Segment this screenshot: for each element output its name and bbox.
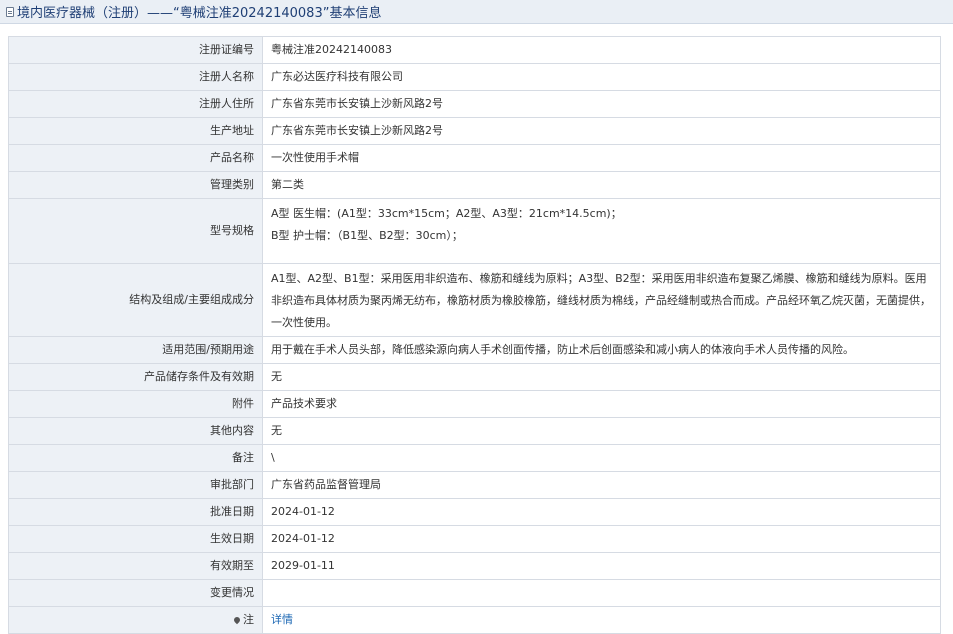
row-label-registration-number: 注册证编号: [8, 36, 263, 64]
row-label-approval-date: 批准日期: [8, 498, 263, 526]
table-row: 产品名称 一次性使用手术帽: [8, 144, 941, 172]
table-row: 注册证编号 粤械注准20242140083: [8, 36, 941, 64]
row-value-change-status: [262, 579, 941, 607]
row-value-structure-composition: A1型、A2型、B1型：采用医用非织造布、橡筋和缝线为原料；A3型、B2型：采用…: [262, 263, 941, 337]
table-row: 附件 产品技术要求: [8, 390, 941, 418]
row-value-remarks: \: [262, 444, 941, 472]
row-value-storage-validity: 无: [262, 363, 941, 391]
row-label-registrant-address: 注册人住所: [8, 90, 263, 118]
table-row: 注 详情: [8, 606, 941, 634]
row-label-production-address: 生产地址: [8, 117, 263, 145]
table-row: 其他内容 无: [8, 417, 941, 445]
row-value-approval-department: 广东省药品监督管理局: [262, 471, 941, 499]
row-label-valid-until: 有效期至: [8, 552, 263, 580]
row-value-valid-until: 2029-01-11: [262, 552, 941, 580]
page-title-bar: 境内医疗器械（注册）——“粤械注准20242140083”基本信息: [0, 0, 953, 24]
row-value-production-address: 广东省东莞市长安镇上沙新风路2号: [262, 117, 941, 145]
row-label-change-status: 变更情况: [8, 579, 263, 607]
row-label-effective-date: 生效日期: [8, 525, 263, 553]
row-value-registrant-address: 广东省东莞市长安镇上沙新风路2号: [262, 90, 941, 118]
table-row: 生效日期 2024-01-12: [8, 525, 941, 553]
row-value-other-content: 无: [262, 417, 941, 445]
table-row: 备注 \: [8, 444, 941, 472]
row-label-management-class: 管理类别: [8, 171, 263, 199]
table-row: 生产地址 广东省东莞市长安镇上沙新风路2号: [8, 117, 941, 145]
row-label-storage-validity: 产品储存条件及有效期: [8, 363, 263, 391]
row-value-effective-date: 2024-01-12: [262, 525, 941, 553]
table-row: 产品储存条件及有效期 无: [8, 363, 941, 391]
row-label-model-spec: 型号规格: [8, 198, 263, 264]
row-label-remarks: 备注: [8, 444, 263, 472]
row-value-attachment: 产品技术要求: [262, 390, 941, 418]
row-label-note: 注: [8, 606, 263, 634]
table-row: 注册人住所 广东省东莞市长安镇上沙新风路2号: [8, 90, 941, 118]
detail-table: 注册证编号 粤械注准20242140083 注册人名称 广东必达医疗科技有限公司…: [8, 36, 941, 634]
table-row: 审批部门 广东省药品监督管理局: [8, 471, 941, 499]
row-value-registrant-name: 广东必达医疗科技有限公司: [262, 63, 941, 91]
row-value-product-name: 一次性使用手术帽: [262, 144, 941, 172]
note-label: 注: [243, 613, 254, 626]
row-label-other-content: 其他内容: [8, 417, 263, 445]
row-value-model-spec: A型 医生帽：(A1型：33cm*15cm；A2型、A3型：21cm*14.5c…: [262, 198, 941, 264]
table-row: 管理类别 第二类: [8, 171, 941, 199]
table-row: 变更情况: [8, 579, 941, 607]
table-row: 有效期至 2029-01-11: [8, 552, 941, 580]
row-label-intended-use: 适用范围/预期用途: [8, 336, 263, 364]
row-label-attachment: 附件: [8, 390, 263, 418]
row-label-structure-composition: 结构及组成/主要组成成分: [8, 263, 263, 337]
row-value-intended-use: 用于戴在手术人员头部，降低感染源向病人手术创面传播，防止术后创面感染和减小病人的…: [262, 336, 941, 364]
row-value-note: 详情: [262, 606, 941, 634]
document-icon: [6, 6, 14, 17]
table-row: 批准日期 2024-01-12: [8, 498, 941, 526]
table-row: 结构及组成/主要组成成分 A1型、A2型、B1型：采用医用非织造布、橡筋和缝线为…: [8, 263, 941, 337]
row-value-management-class: 第二类: [262, 171, 941, 199]
table-row: 适用范围/预期用途 用于戴在手术人员头部，降低感染源向病人手术创面传播，防止术后…: [8, 336, 941, 364]
table-row: 注册人名称 广东必达医疗科技有限公司: [8, 63, 941, 91]
table-row: 型号规格 A型 医生帽：(A1型：33cm*15cm；A2型、A3型：21cm*…: [8, 198, 941, 264]
row-label-registrant-name: 注册人名称: [8, 63, 263, 91]
row-value-registration-number: 粤械注准20242140083: [262, 36, 941, 64]
row-value-approval-date: 2024-01-12: [262, 498, 941, 526]
page-title: 境内医疗器械（注册）——“粤械注准20242140083”基本信息: [17, 6, 382, 21]
row-label-approval-department: 审批部门: [8, 471, 263, 499]
row-label-product-name: 产品名称: [8, 144, 263, 172]
details-link[interactable]: 详情: [271, 613, 293, 626]
